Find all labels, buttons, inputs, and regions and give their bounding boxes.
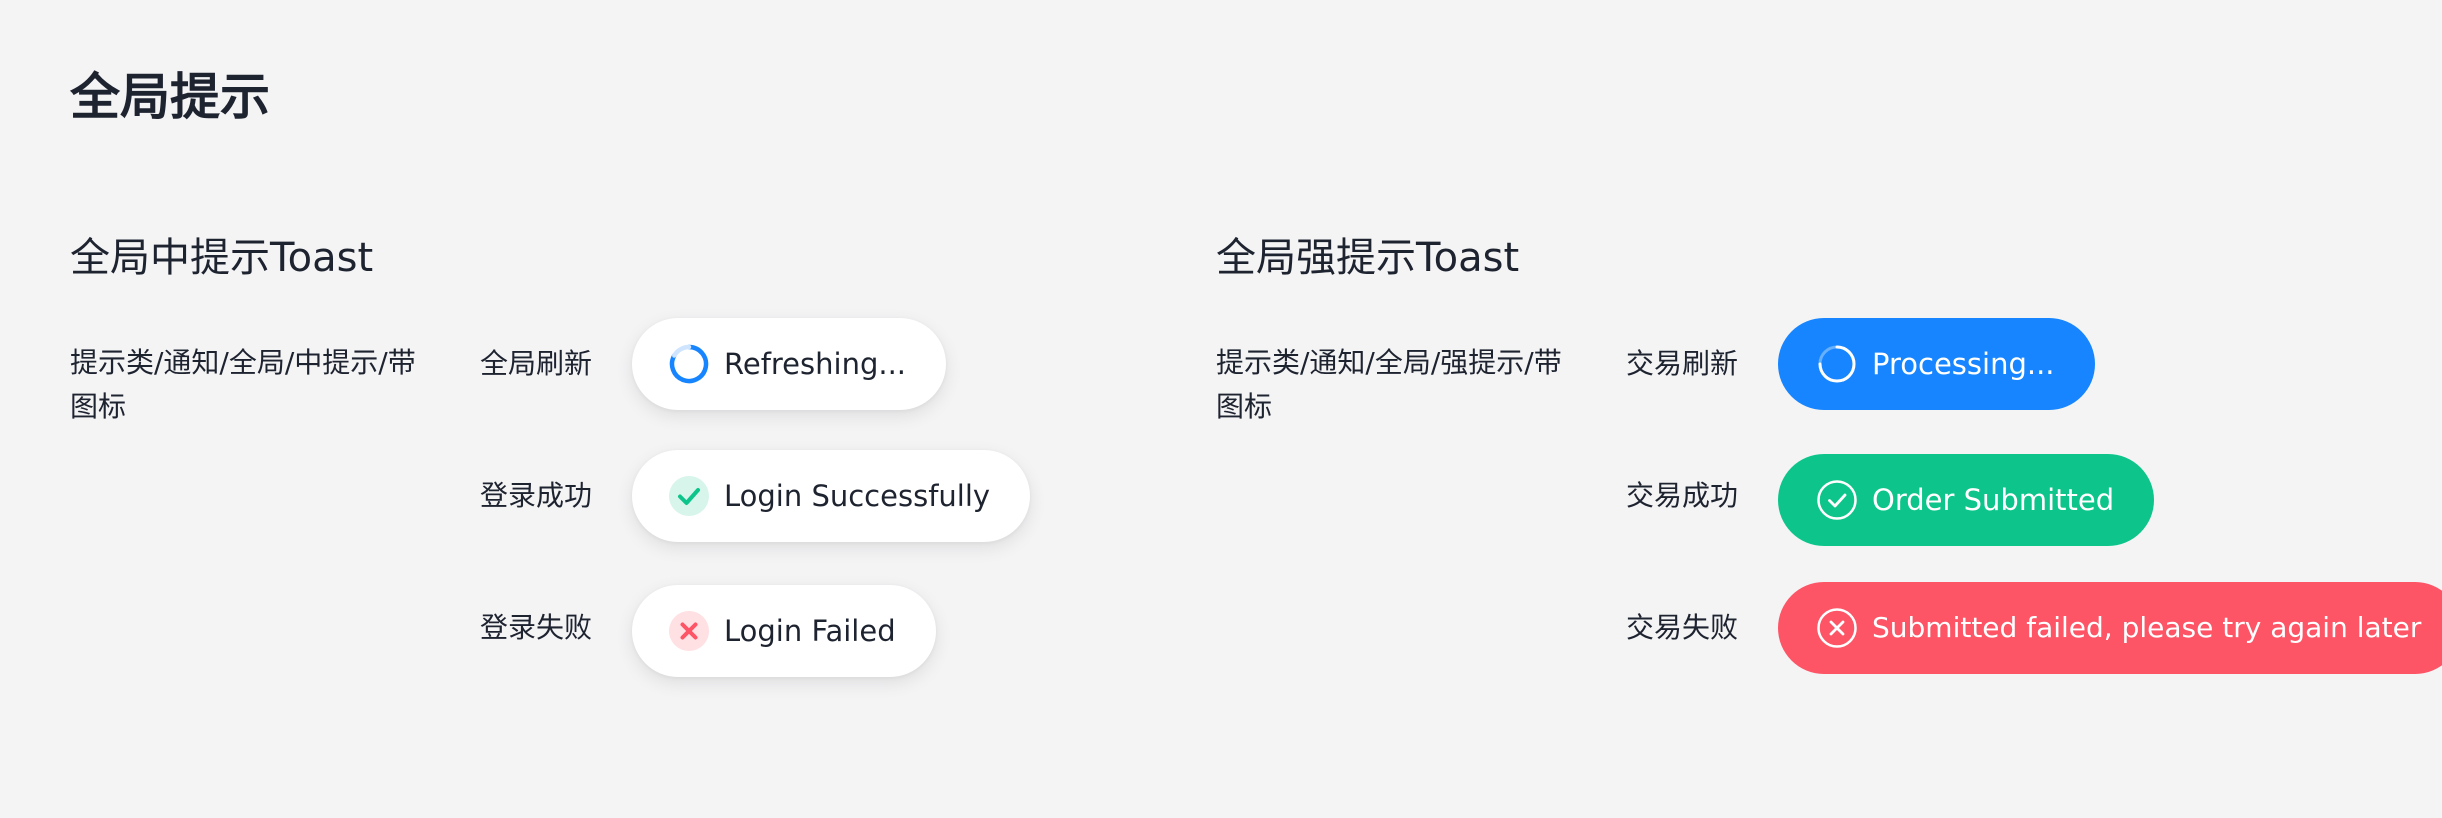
spinner-icon — [669, 344, 709, 384]
page-title: 全局提示 — [70, 68, 270, 126]
order-submitted-toast: Order Submitted — [1778, 454, 2155, 546]
submitted-failed-toast: Submitted failed, please try again later — [1778, 582, 2442, 674]
row-label-login-failed: 登录失败 — [480, 611, 593, 644]
center-toast-description: 提示类/通知/全局/中提示/带图标 — [70, 346, 416, 423]
row-label-transaction-refresh: 交易刷新 — [1626, 347, 1739, 380]
toast-text: Refreshing... — [724, 347, 907, 381]
check-circle-icon — [1817, 480, 1857, 520]
row-label-login-success: 登录成功 — [480, 479, 593, 512]
toast-text: Login Failed — [724, 614, 896, 648]
spinner-icon — [1818, 345, 1856, 383]
check-circle-icon — [669, 476, 709, 516]
processing-toast: Processing... — [1778, 318, 2095, 410]
row-label-transaction-failed: 交易失败 — [1626, 611, 1739, 644]
center-toast-section-title: 全局中提示Toast — [70, 235, 374, 281]
login-success-toast: Login Successfully — [632, 450, 1031, 542]
refreshing-toast: Refreshing... — [632, 318, 947, 410]
row-label-transaction-success: 交易成功 — [1626, 479, 1739, 512]
close-circle-icon — [669, 611, 709, 651]
toast-text: Order Submitted — [1872, 483, 2115, 517]
toast-text: Processing... — [1872, 347, 2055, 381]
row-label-global-refresh: 全局刷新 — [480, 347, 593, 380]
strong-toast-description: 提示类/通知/全局/强提示/带图标 — [1216, 346, 1562, 423]
toast-text: Submitted failed, please try again later — [1872, 611, 2422, 644]
login-failed-toast: Login Failed — [632, 585, 936, 677]
strong-toast-section-title: 全局强提示Toast — [1216, 235, 1520, 281]
close-circle-icon — [1817, 608, 1857, 648]
toast-text: Login Successfully — [724, 479, 991, 513]
